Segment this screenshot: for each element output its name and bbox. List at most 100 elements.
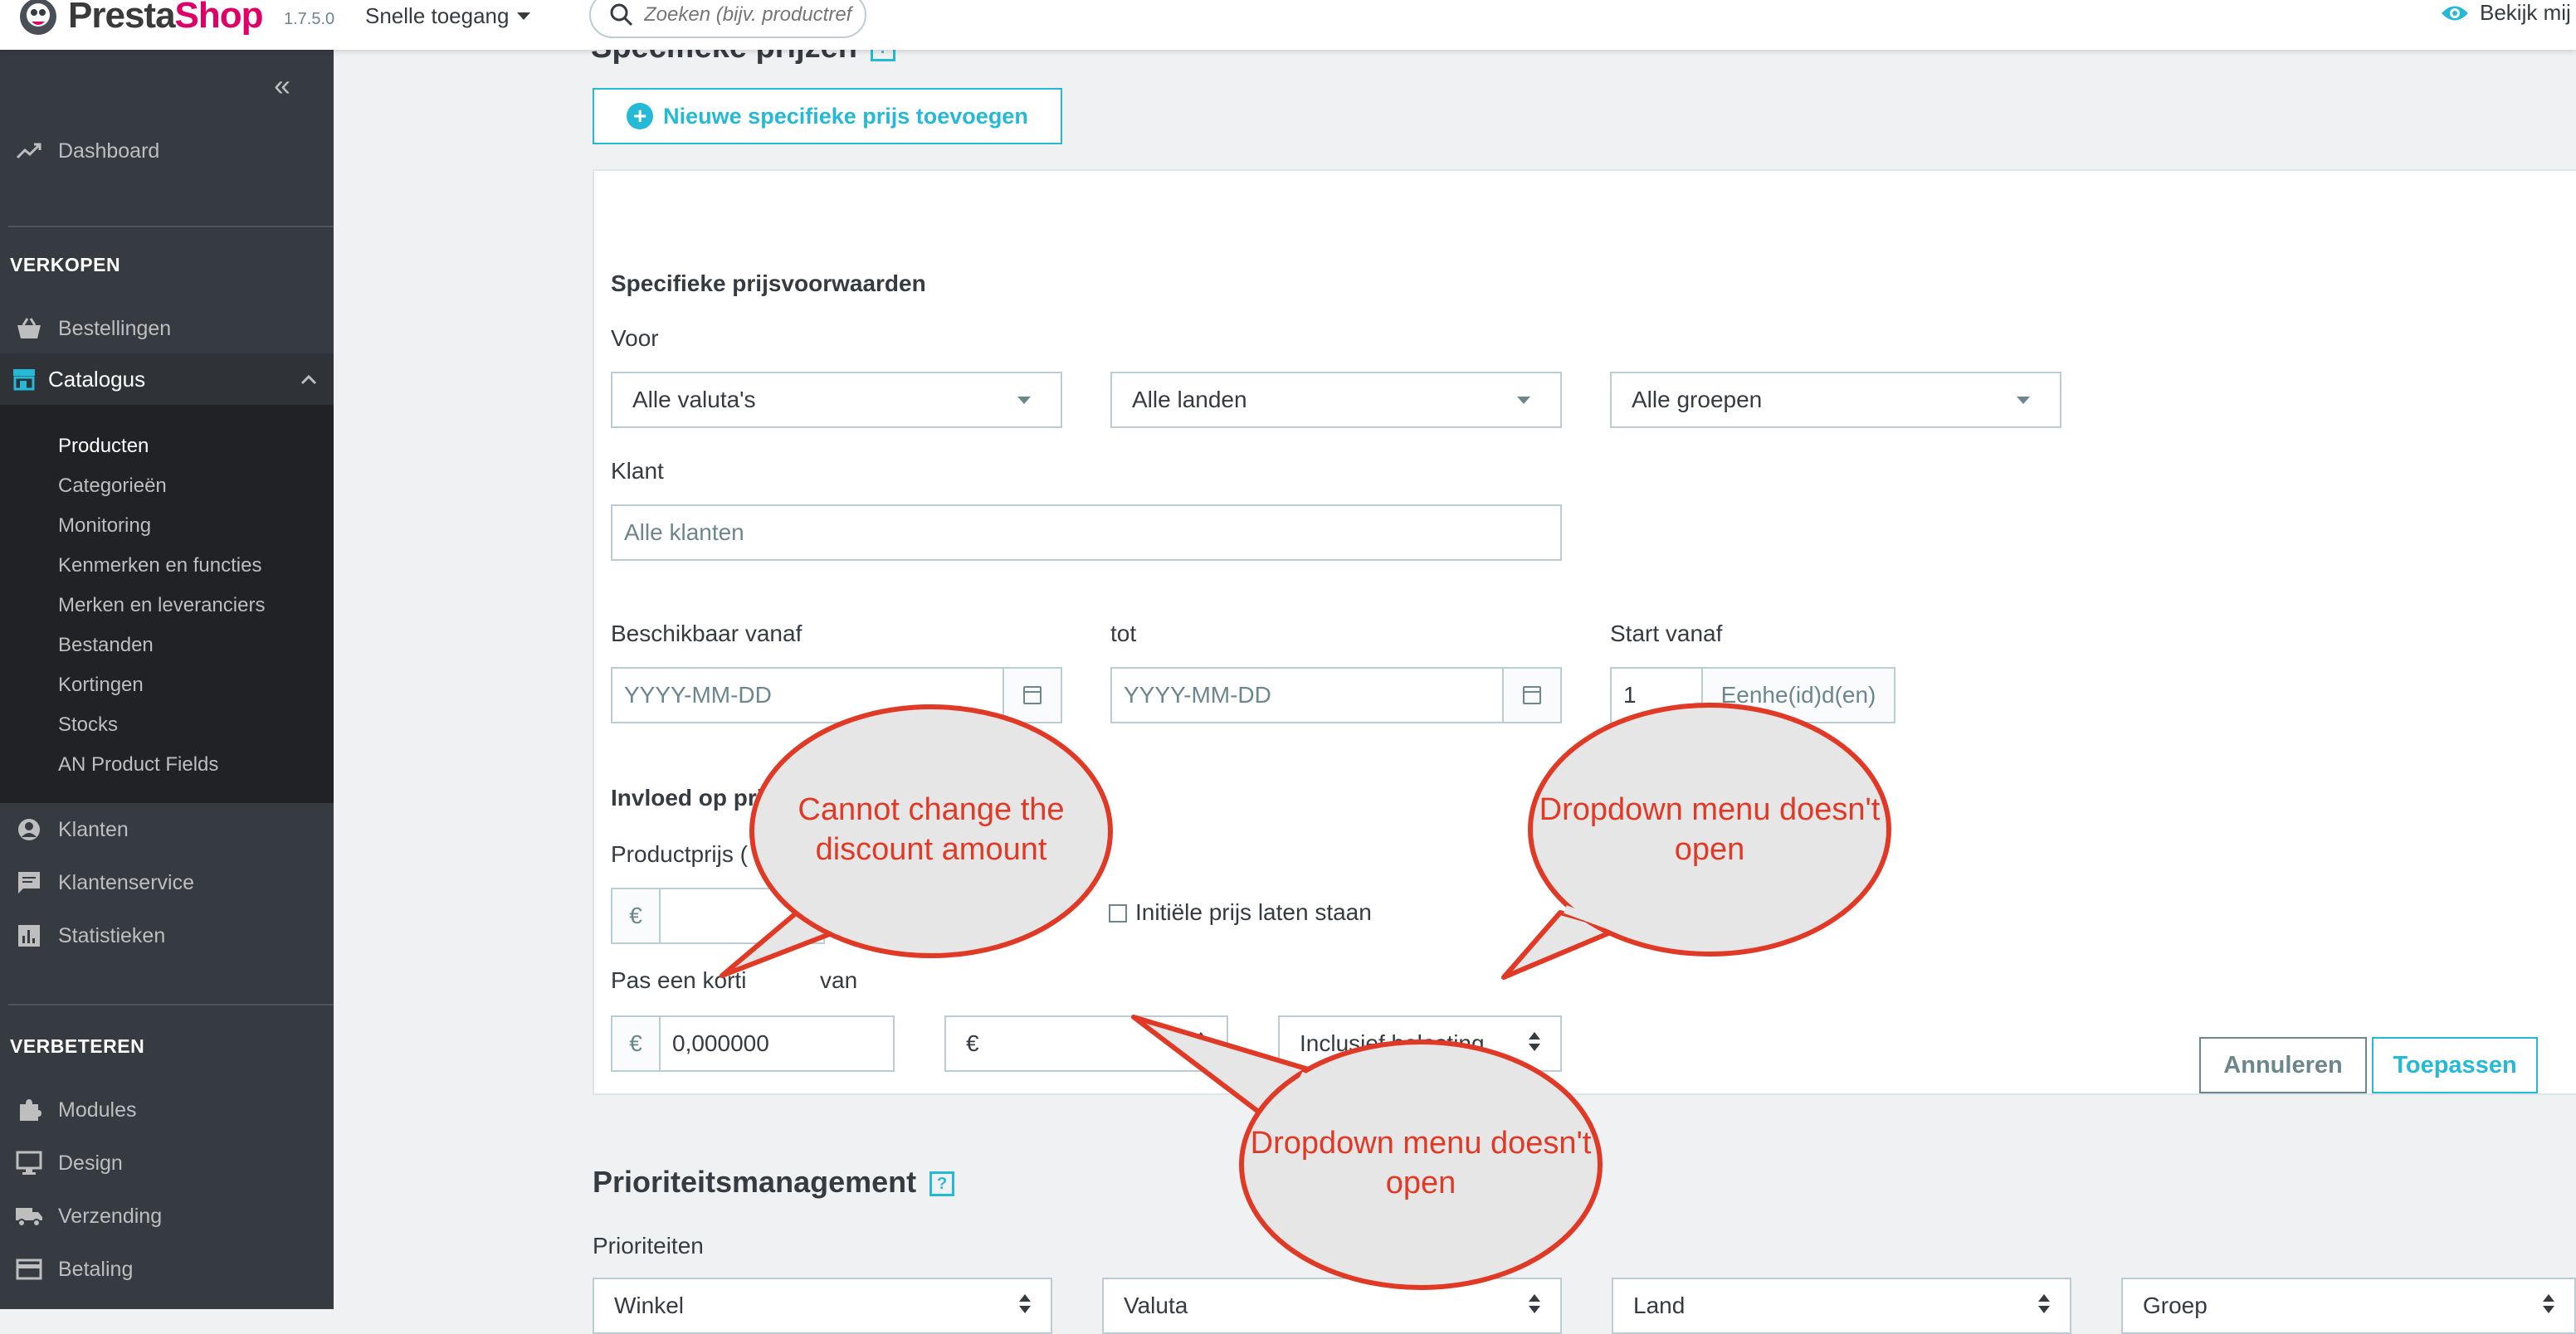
add-specific-price-button[interactable]: + Nieuwe specifieke prijs toevoegen bbox=[593, 88, 1062, 144]
sidebar-item-label: Design bbox=[58, 1151, 123, 1175]
sidebar-item-label: Betaling bbox=[58, 1257, 134, 1281]
catalog-sub-item[interactable]: Stocks bbox=[58, 713, 118, 737]
search-input[interactable] bbox=[644, 3, 860, 27]
apply-button[interactable]: Toepassen bbox=[2372, 1037, 2538, 1093]
apply-discount-label-tail: van bbox=[820, 967, 858, 993]
group-select[interactable]: Alle groepen bbox=[1610, 372, 2061, 428]
sidebar: « Dashboard VERKOPEN Bestellingen Catalo… bbox=[0, 50, 334, 1309]
date-from-calendar-button[interactable] bbox=[1003, 667, 1062, 723]
sidebar-item-label: Modules bbox=[58, 1098, 137, 1122]
shopping-basket-icon bbox=[0, 317, 58, 340]
caret-down-icon bbox=[1517, 397, 1530, 404]
sidebar-item-label: Statistieken bbox=[58, 923, 166, 947]
sidebar-item-label: Klanten bbox=[58, 817, 129, 841]
discount-currency-addon: € bbox=[611, 1015, 661, 1072]
priority-select-2[interactable]: Valuta bbox=[1102, 1278, 1562, 1334]
apply-discount-label: Pas een korti bbox=[611, 967, 747, 993]
keep-initial-price-checkbox[interactable] bbox=[1109, 904, 1127, 923]
priority-heading: Prioriteitsmanagement? bbox=[593, 1165, 955, 1200]
customer-input[interactable]: Alle klanten bbox=[611, 504, 1562, 561]
search-box[interactable] bbox=[589, 0, 866, 38]
priorities-label: Prioriteiten bbox=[593, 1233, 704, 1259]
priority-select-3[interactable]: Land bbox=[1612, 1278, 2071, 1334]
chevron-up-icon bbox=[300, 374, 317, 385]
sidebar-item-customer-service[interactable]: Klantenservice bbox=[0, 864, 334, 901]
add-specific-price-label: Nieuwe specifieke prijs toevoegen bbox=[663, 103, 1028, 129]
start-quantity-input[interactable]: 1 bbox=[1610, 667, 1703, 723]
section-improve-heading: VERBETEREN bbox=[10, 1035, 145, 1057]
sort-arrows-icon bbox=[1529, 1294, 1540, 1313]
currency-select[interactable]: Alle valuta's bbox=[611, 372, 1062, 428]
chevron-down-icon bbox=[517, 12, 531, 20]
help-icon[interactable]: ? bbox=[929, 1171, 955, 1197]
bar-chart-icon bbox=[0, 924, 58, 947]
sidebar-item-payment[interactable]: Betaling bbox=[0, 1251, 334, 1288]
date-to-calendar-button[interactable] bbox=[1502, 667, 1562, 723]
quick-access-menu[interactable]: Snelle toegang bbox=[365, 3, 531, 29]
chat-icon bbox=[0, 870, 58, 895]
sidebar-item-modules[interactable]: Modules bbox=[0, 1092, 334, 1128]
main-content: Specifieke prijzen? + Nieuwe specifieke … bbox=[334, 30, 2576, 1334]
catalog-sub-item[interactable]: Producten bbox=[58, 435, 149, 458]
catalog-sub-item[interactable]: AN Product Fields bbox=[58, 753, 218, 777]
annotation-text-2: Dropdown menu doesn't open bbox=[1539, 792, 1881, 867]
priority-select-value: Land bbox=[1633, 1293, 1686, 1318]
sidebar-item-stats[interactable]: Statistieken bbox=[0, 918, 334, 954]
trending-up-icon bbox=[0, 141, 58, 161]
view-shop-link[interactable]: Bekijk mij bbox=[2440, 0, 2571, 26]
currency-addon: € bbox=[611, 888, 661, 944]
sidebar-item-catalog[interactable]: Catalogus bbox=[0, 353, 334, 405]
to-label: tot bbox=[1110, 621, 1137, 646]
sort-arrows-icon bbox=[1195, 1032, 1207, 1051]
sidebar-item-dashboard[interactable]: Dashboard bbox=[0, 133, 334, 169]
truck-icon bbox=[0, 1205, 58, 1227]
sidebar-item-shipping[interactable]: Verzending bbox=[0, 1198, 334, 1234]
catalog-sub-item[interactable]: Merken en leveranciers bbox=[58, 594, 265, 617]
catalog-sub-item[interactable]: Monitoring bbox=[58, 514, 151, 538]
units-addon: Eenhe(id)d(en) bbox=[1701, 667, 1895, 723]
calendar-icon bbox=[1523, 686, 1541, 704]
sidebar-item-label: Bestellingen bbox=[58, 316, 172, 340]
calendar-icon bbox=[1023, 686, 1042, 704]
collapse-sidebar-icon[interactable]: « bbox=[274, 68, 290, 103]
brand-shop: Shop bbox=[174, 0, 264, 36]
puzzle-icon bbox=[0, 1098, 58, 1122]
sidebar-item-orders[interactable]: Bestellingen bbox=[0, 310, 334, 347]
brand-logo-text[interactable]: PrestaShop bbox=[68, 0, 264, 37]
catalog-sub-item[interactable]: Kenmerken en functies bbox=[58, 554, 261, 577]
priority-select-1[interactable]: Winkel bbox=[593, 1278, 1052, 1334]
sort-arrows-icon bbox=[2038, 1294, 2050, 1313]
sidebar-item-design[interactable]: Design bbox=[0, 1145, 334, 1181]
priority-select-value: Winkel bbox=[614, 1293, 685, 1318]
prestashop-logo-icon[interactable] bbox=[17, 0, 60, 37]
catalog-sub-item[interactable]: Kortingen bbox=[58, 674, 144, 697]
country-select[interactable]: Alle landen bbox=[1110, 372, 1562, 428]
discount-amount-input[interactable]: 0,000000 bbox=[659, 1015, 895, 1072]
date-to-input[interactable]: YYYY-MM-DD bbox=[1110, 667, 1504, 723]
product-price-input[interactable] bbox=[659, 888, 825, 944]
view-shop-label: Bekijk mij bbox=[2480, 0, 2571, 25]
group-select-value: Alle groepen bbox=[1632, 387, 1763, 412]
credit-card-icon bbox=[0, 1259, 58, 1280]
date-from-input[interactable]: YYYY-MM-DD bbox=[611, 667, 1004, 723]
catalog-sub-item[interactable]: Categorieën bbox=[58, 475, 167, 498]
sidebar-item-customers[interactable]: Klanten bbox=[0, 811, 334, 848]
caret-down-icon bbox=[1017, 397, 1031, 404]
priority-select-4[interactable]: Groep bbox=[2121, 1278, 2576, 1334]
reduction-type-value: € bbox=[966, 1030, 979, 1056]
sidebar-divider bbox=[8, 226, 334, 227]
sidebar-item-label: Klantenservice bbox=[58, 870, 194, 894]
priority-title-text: Prioriteitsmanagement bbox=[593, 1165, 917, 1199]
top-bar: PrestaShop 1.7.5.0 Snelle toegang Bekijk… bbox=[0, 0, 2576, 50]
reduction-type-select[interactable]: € bbox=[944, 1015, 1228, 1072]
currency-select-value: Alle valuta's bbox=[632, 387, 756, 412]
plus-circle-icon: + bbox=[627, 103, 654, 129]
sort-arrows-icon bbox=[1019, 1294, 1031, 1313]
customer-label: Klant bbox=[611, 458, 664, 484]
cancel-button[interactable]: Annuleren bbox=[2199, 1037, 2367, 1093]
sidebar-item-label: Verzending bbox=[58, 1204, 163, 1228]
start-from-label: Start vanaf bbox=[1610, 621, 1723, 646]
tax-select[interactable]: Inclusief belasting bbox=[1278, 1015, 1562, 1072]
catalog-sub-item[interactable]: Bestanden bbox=[58, 634, 154, 657]
desktop-icon bbox=[0, 1151, 58, 1176]
